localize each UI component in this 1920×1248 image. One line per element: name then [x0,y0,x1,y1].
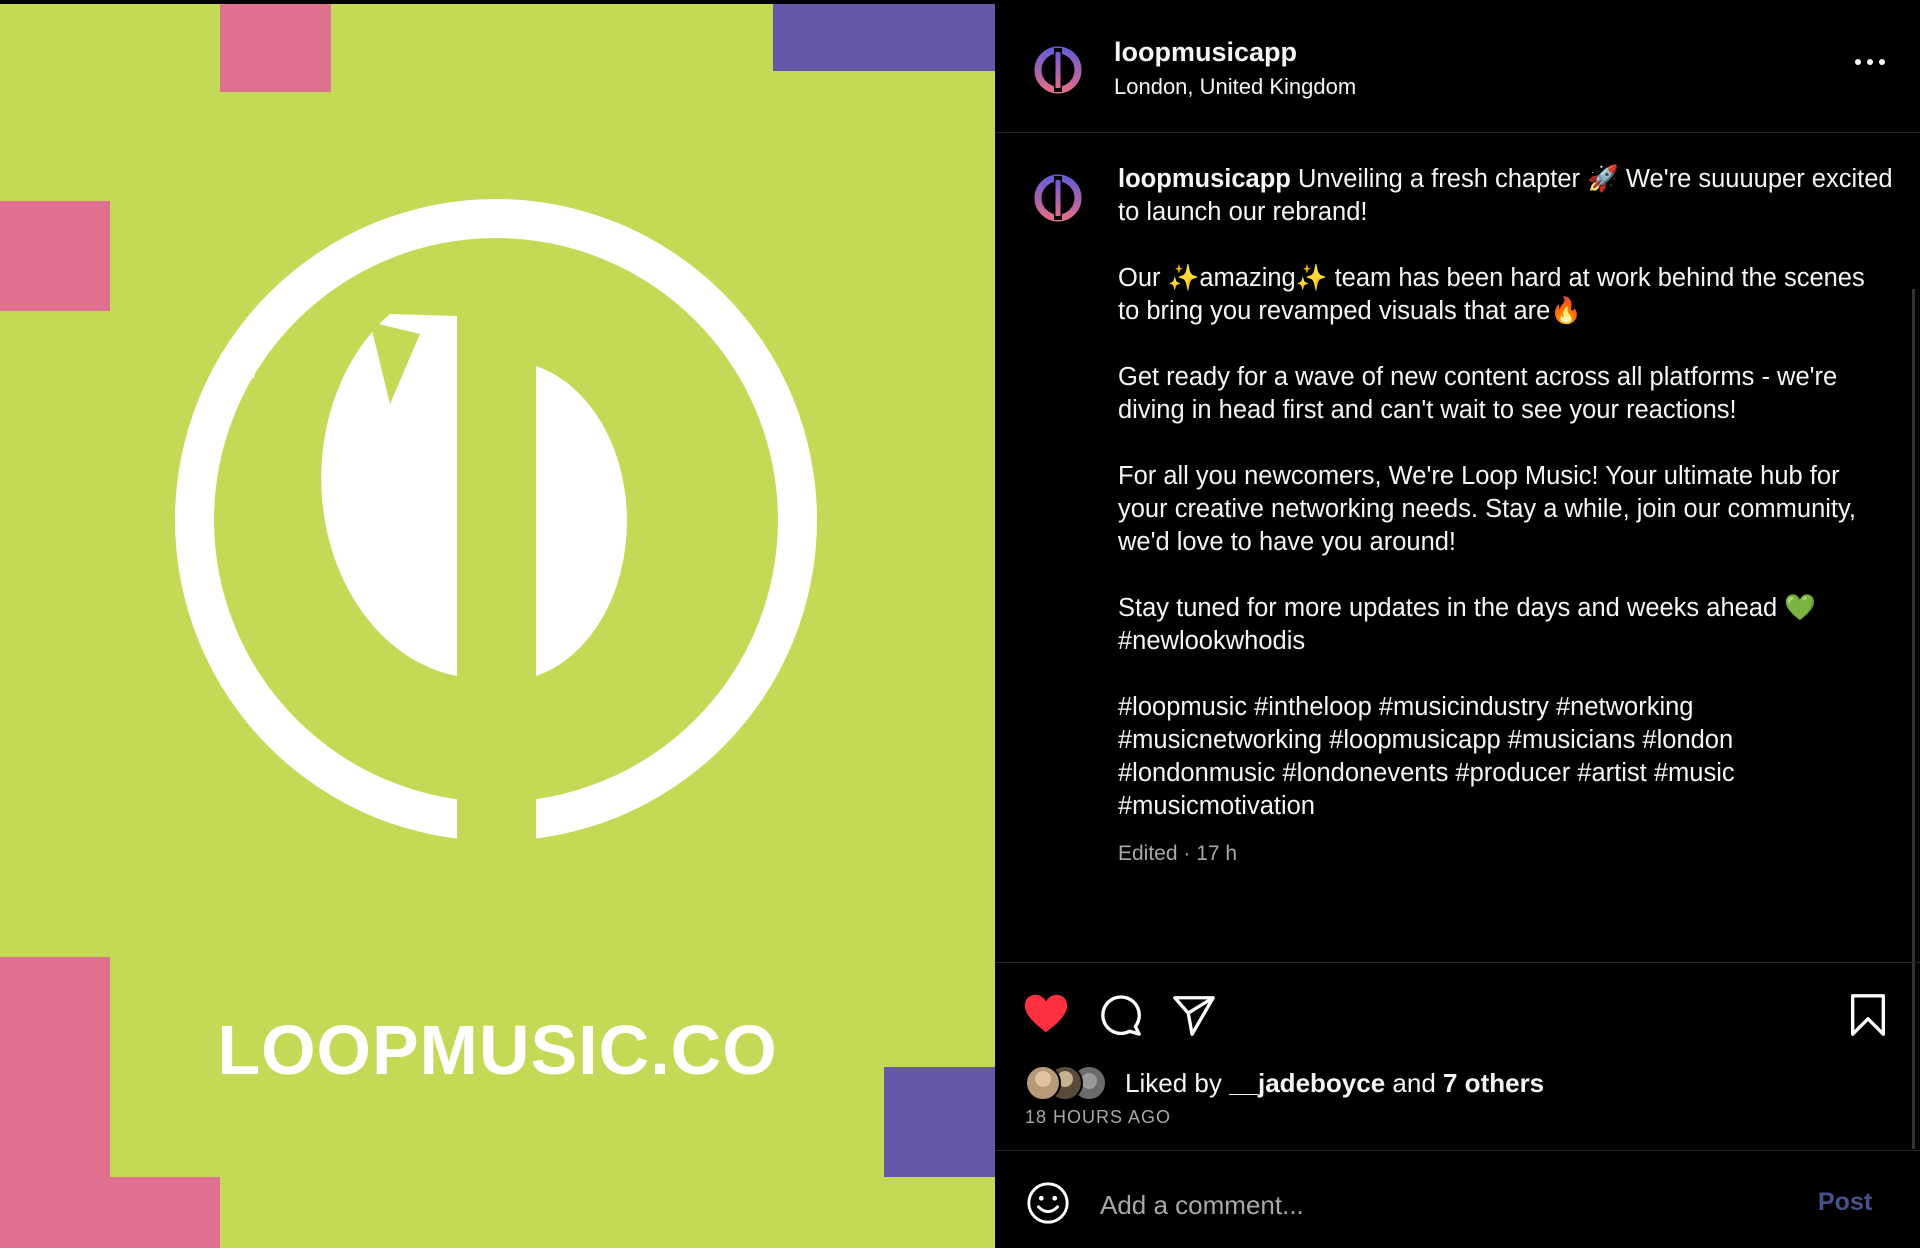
header-divider [995,132,1920,133]
post-author-username[interactable]: loopmusicapp [1114,37,1297,68]
caption-paragraph: For all you newcomers, We're Loop Music!… [1118,462,1856,556]
liked-by-prefix: Liked by [1125,1068,1230,1098]
post-comment-button[interactable]: Post [1818,1188,1872,1217]
caption-paragraph: Our ✨amazing✨ team has been hard at work… [1118,264,1865,325]
actions-divider [995,962,1920,963]
edited-timestamp: Edited · 17 h [1118,842,1238,865]
caption-paragraph: Get ready for a wave of new content acro… [1118,363,1838,424]
post-image[interactable]: LOOPMUSIC.CO [0,4,995,1248]
post-sidebar: loopmusicapp London, United Kingdom loop… [995,4,1920,1248]
profile-avatar[interactable] [1032,44,1084,96]
liked-by-avatars[interactable] [1025,1064,1120,1102]
caption-avatar[interactable] [1032,172,1084,224]
loop-logo [175,199,817,846]
liked-by-text: Liked by __jadeboyce and 7 others [1125,1068,1544,1099]
pink-block [220,4,331,92]
post-time-ago[interactable]: 18 HOURS AGO [1025,1107,1171,1128]
liked-by-user[interactable]: __jadeboyce [1229,1068,1385,1098]
hashtags[interactable]: #loopmusic #intheloop #musicindustry #ne… [1118,691,1893,823]
pink-block [0,201,110,311]
comment-input[interactable] [1098,1184,1702,1226]
post-caption: loopmusicapp Unveiling a fresh chapter 🚀… [1118,163,1893,856]
pink-block [0,957,110,1248]
more-options-icon[interactable] [1850,49,1890,75]
emoji-smile-icon[interactable] [1025,1180,1071,1226]
pink-block [110,1177,220,1248]
comment-divider [995,1150,1920,1151]
liked-by-others[interactable]: 7 others [1443,1068,1544,1098]
caption-username[interactable]: loopmusicapp [1118,165,1291,193]
comment-icon[interactable] [1097,992,1143,1038]
brand-url: LOOPMUSIC.CO [217,1011,778,1089]
bookmark-icon[interactable] [1845,992,1891,1038]
send-icon[interactable] [1171,992,1217,1038]
hashtag-link[interactable]: #newlookwhodis [1118,627,1305,655]
post-location[interactable]: London, United Kingdom [1114,74,1356,100]
liked-by-conjunction: and [1385,1068,1443,1098]
caption-paragraph: Stay tuned for more updates in the days … [1118,594,1817,622]
caption-scrollbar[interactable] [1912,289,1915,1149]
heart-icon[interactable] [1023,992,1069,1038]
purple-block [773,4,995,71]
